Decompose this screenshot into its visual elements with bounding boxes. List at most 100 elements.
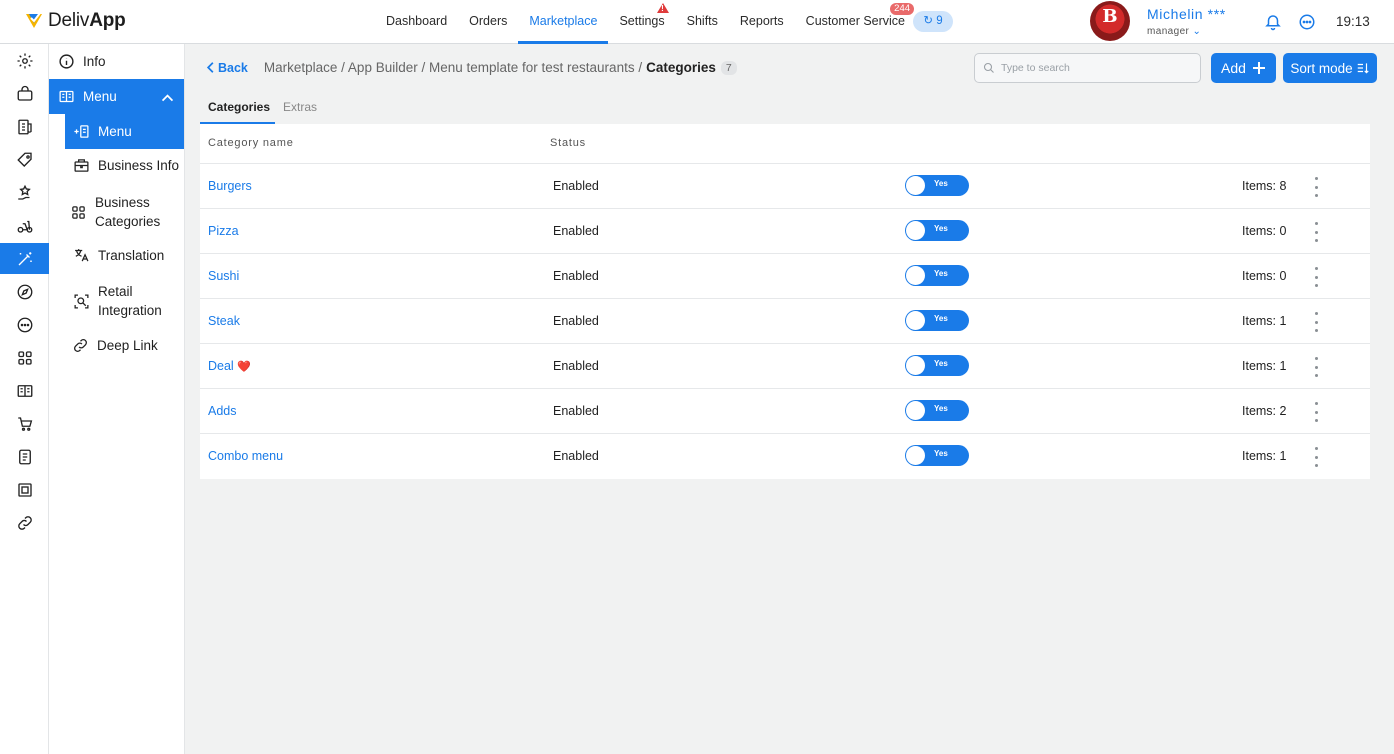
main-nav: Dashboard Orders Marketplace Settings Sh… xyxy=(375,0,916,44)
chat-icon[interactable] xyxy=(1298,13,1316,31)
bell-icon[interactable] xyxy=(1264,13,1282,31)
category-status: Enabled xyxy=(553,179,599,193)
toggle-knob xyxy=(906,311,925,330)
category-name-link[interactable]: Sushi xyxy=(208,269,239,283)
document-icon xyxy=(18,449,31,464)
enabled-toggle[interactable]: Yes xyxy=(905,265,969,286)
rail-shop[interactable] xyxy=(0,78,49,109)
table-row: Pizza Enabled Yes Items: 0 xyxy=(200,209,1370,254)
refresh-arrow-icon: ↻ xyxy=(923,15,934,27)
category-status: Enabled xyxy=(553,449,599,463)
more-options-icon[interactable] xyxy=(1308,356,1324,378)
rail-gear[interactable] xyxy=(0,45,49,76)
user-name[interactable]: Michelin *** xyxy=(1147,6,1226,22)
rail-chat[interactable] xyxy=(0,309,49,340)
table-row: Steak Enabled Yes Items: 1 xyxy=(200,299,1370,344)
rail-tag[interactable] xyxy=(0,144,49,175)
toggle-knob xyxy=(906,221,925,240)
nav-marketplace[interactable]: Marketplace xyxy=(518,0,609,44)
category-name-link[interactable]: Steak xyxy=(208,314,240,328)
rail-app-builder[interactable] xyxy=(0,243,49,274)
enabled-toggle[interactable]: Yes xyxy=(905,310,969,331)
rail-book[interactable] xyxy=(0,375,49,406)
category-status: Enabled xyxy=(553,359,599,373)
nav-reports[interactable]: Reports xyxy=(729,0,795,44)
toggle-label: Yes xyxy=(934,449,948,458)
avatar-letter: B xyxy=(1102,6,1118,27)
category-status: Enabled xyxy=(553,224,599,238)
header-category-name: Category name xyxy=(208,137,294,149)
more-options-icon[interactable] xyxy=(1308,401,1324,423)
subnav-translation[interactable]: Translation xyxy=(73,247,164,264)
enabled-toggle[interactable]: Yes xyxy=(905,445,969,466)
rail-hand-star[interactable] xyxy=(0,177,49,208)
rail-receipt[interactable] xyxy=(0,111,49,142)
tab-extras[interactable]: Extras xyxy=(275,92,325,125)
subnav-retail-integration[interactable]: Retail Integration xyxy=(73,282,162,320)
category-name-link[interactable]: Adds xyxy=(208,404,237,418)
subnav-retail-integration-label: Retail Integration xyxy=(98,284,162,318)
rail-link[interactable] xyxy=(0,507,49,538)
nav-shifts[interactable]: Shifts xyxy=(676,0,729,44)
more-options-icon[interactable] xyxy=(1308,221,1324,243)
rail-scooter[interactable] xyxy=(0,210,49,241)
sort-mode-button[interactable]: Sort mode xyxy=(1283,53,1377,83)
nav-customer-service[interactable]: Customer Service 244 xyxy=(795,0,916,44)
chat-icon xyxy=(17,317,32,332)
rail-apps[interactable] xyxy=(0,342,49,373)
category-name-link[interactable]: Burgers xyxy=(208,179,252,193)
nav-settings[interactable]: Settings xyxy=(608,0,675,44)
nav-orders[interactable]: Orders xyxy=(458,0,518,44)
subnav-deep-link[interactable]: Deep Link xyxy=(72,337,158,354)
subnav-business-categories-label: Business Categories xyxy=(95,195,161,229)
scan-search-icon xyxy=(74,293,89,309)
item-count: Items: 8 xyxy=(1242,179,1287,193)
category-name-link[interactable]: Combo menu xyxy=(208,449,283,463)
delivapp-logo[interactable]: DelivApp xyxy=(24,10,126,32)
table-header: Category name Status xyxy=(200,124,1370,164)
avatar[interactable]: B xyxy=(1090,1,1130,41)
magic-wand-icon xyxy=(18,251,32,265)
subnav-business-info[interactable]: Business Info xyxy=(73,157,179,174)
chevron-left-icon xyxy=(206,62,214,73)
toggle-label: Yes xyxy=(934,224,948,233)
back-button[interactable]: Back xyxy=(206,61,248,75)
user-role: manager xyxy=(1147,26,1190,37)
enabled-toggle[interactable]: Yes xyxy=(905,175,969,196)
toggle-label: Yes xyxy=(934,179,948,188)
add-button[interactable]: Add xyxy=(1211,53,1276,83)
breadcrumb-path[interactable]: Marketplace / App Builder / Menu templat… xyxy=(264,60,642,75)
subnav-menu[interactable]: Menu xyxy=(49,79,184,114)
category-name-text: Deal xyxy=(208,359,234,373)
translate-icon xyxy=(75,249,89,262)
apps-grid-icon xyxy=(72,205,85,219)
enabled-toggle[interactable]: Yes xyxy=(905,400,969,421)
more-options-icon[interactable] xyxy=(1308,176,1324,198)
item-count: Items: 1 xyxy=(1242,314,1287,328)
more-options-icon[interactable] xyxy=(1308,266,1324,288)
enabled-toggle[interactable]: Yes xyxy=(905,220,969,241)
link-icon xyxy=(17,515,32,530)
rail-compass[interactable] xyxy=(0,276,49,307)
category-name-link[interactable]: Pizza xyxy=(208,224,239,238)
category-count-badge: 7 xyxy=(720,60,737,75)
user-role-dropdown[interactable]: manager ⌄ xyxy=(1147,26,1201,37)
toggle-knob xyxy=(906,266,925,285)
search-icon xyxy=(983,62,994,73)
rail-document[interactable] xyxy=(0,441,49,472)
enabled-toggle[interactable]: Yes xyxy=(905,355,969,376)
more-options-icon[interactable] xyxy=(1308,311,1324,333)
category-name-link[interactable]: Deal ❤️ xyxy=(208,359,251,373)
rail-cart[interactable] xyxy=(0,408,49,439)
subnav-business-categories[interactable]: Business Categories xyxy=(70,193,160,231)
subnav-info[interactable]: Info xyxy=(58,52,106,71)
search-input[interactable] xyxy=(1001,62,1191,74)
subnav-menu-child[interactable]: Menu xyxy=(65,114,184,149)
table-row: Combo menu Enabled Yes Items: 1 xyxy=(200,434,1370,479)
search-box[interactable] xyxy=(974,53,1201,83)
rail-receipt-frame[interactable] xyxy=(0,474,49,505)
queue-count-chip[interactable]: ↻ 9 xyxy=(913,11,953,32)
more-options-icon[interactable] xyxy=(1308,446,1324,468)
nav-dashboard[interactable]: Dashboard xyxy=(375,0,458,44)
tab-categories[interactable]: Categories xyxy=(200,92,275,125)
